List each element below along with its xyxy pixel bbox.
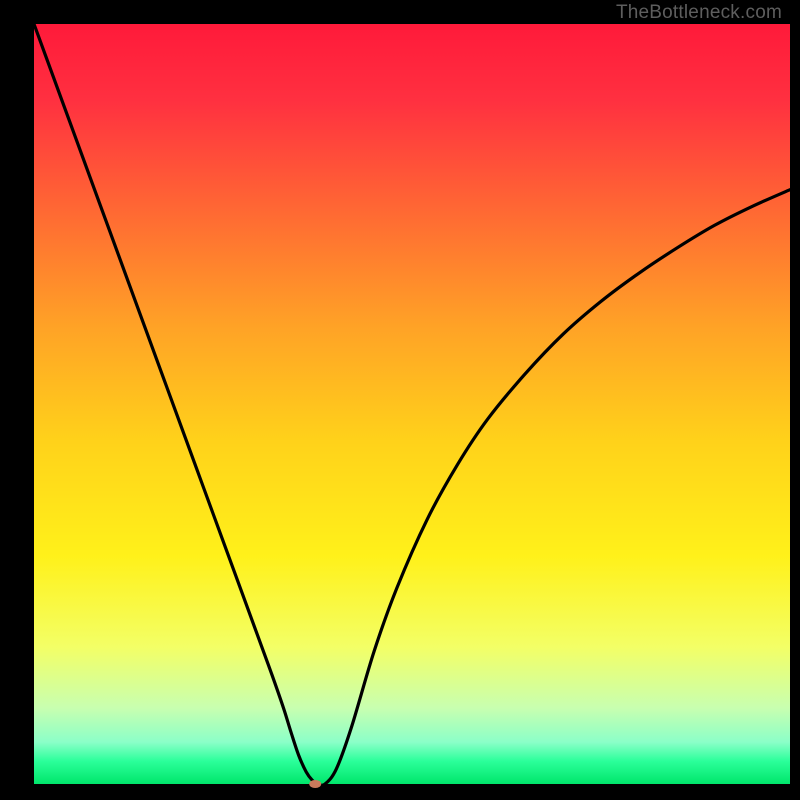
optimal-point-marker [309,780,321,788]
chart-stage: TheBottleneck.com [0,0,800,800]
bottleneck-chart [0,0,800,800]
plot-background [34,24,790,784]
watermark-text: TheBottleneck.com [616,2,782,24]
